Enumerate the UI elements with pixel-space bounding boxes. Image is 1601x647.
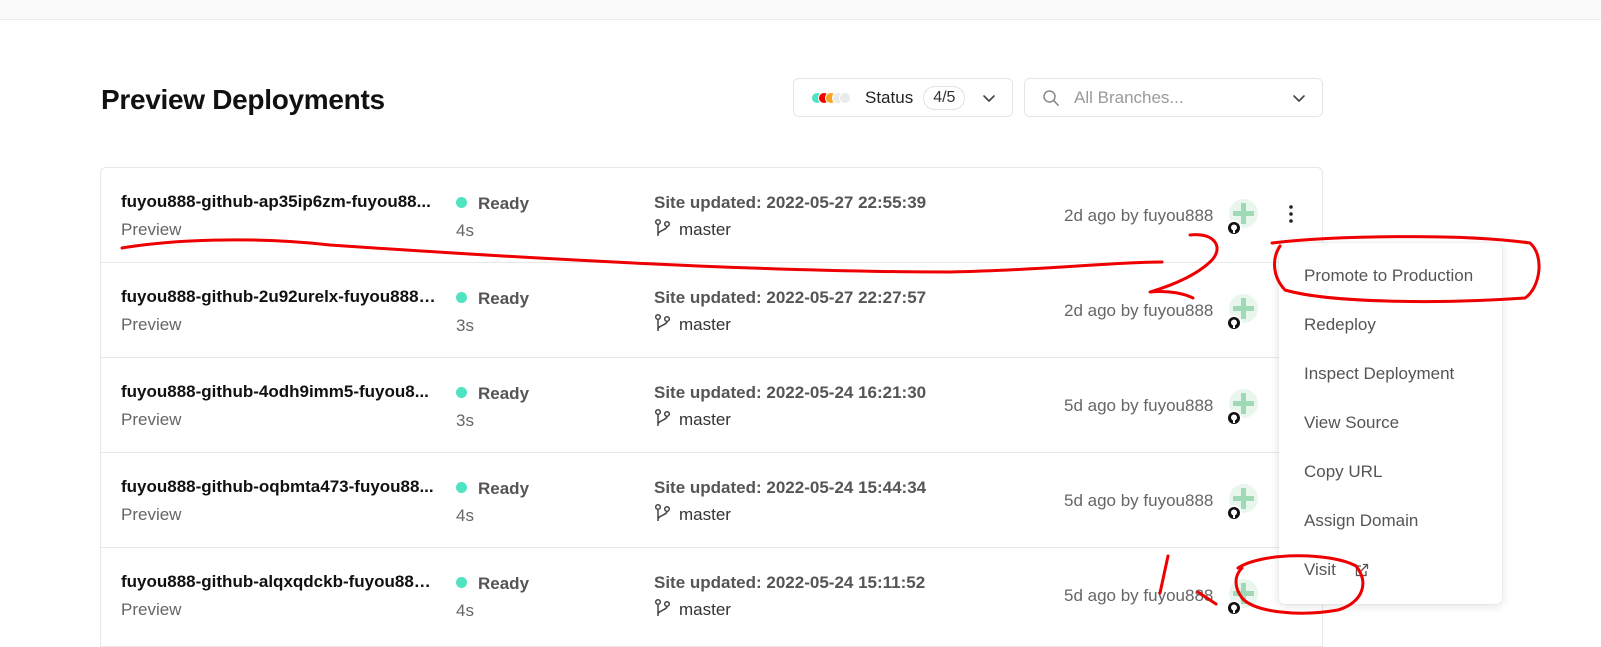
- status-text: Ready: [478, 574, 530, 593]
- environment-label: Preview: [121, 505, 182, 524]
- menu-item-inspect-deployment[interactable]: Inspect Deployment: [1279, 354, 1502, 394]
- git-branch-icon: [654, 218, 671, 236]
- git-branch-icon: [654, 503, 671, 521]
- status-dot: [456, 577, 467, 588]
- status-text: Ready: [478, 384, 530, 403]
- github-icon: [1226, 315, 1242, 331]
- page-title: Preview Deployments: [101, 84, 385, 115]
- status-dot: [456, 387, 467, 398]
- branch-name[interactable]: master: [679, 600, 731, 620]
- status-filter-label: Status: [865, 87, 914, 107]
- menu-item-view-source[interactable]: View Source: [1279, 403, 1502, 443]
- git-branch-icon: [654, 408, 671, 426]
- deployment-context-menu: Promote to Production Redeploy Inspect D…: [1279, 243, 1502, 604]
- status-dot: [456, 292, 467, 303]
- branch-name[interactable]: master: [679, 505, 731, 525]
- menu-item-label: Promote to Production: [1304, 266, 1474, 285]
- status-text: Ready: [478, 479, 530, 498]
- author-time-text: 5d ago by fuyou888: [1064, 396, 1214, 415]
- site-updated-text: Site updated: 2022-05-24 15:11:52: [654, 573, 926, 592]
- deployment-name-link[interactable]: fuyou888-github-4odh9imm5-fuyou8...: [121, 382, 436, 402]
- git-branch-icon: [654, 313, 671, 331]
- git-branch-icon: [654, 598, 671, 616]
- deployment-row[interactable]: fuyou888-github-2u92urelx-fuyou888.... P…: [101, 263, 1322, 358]
- deployment-name-link[interactable]: fuyou888-github-ap35ip6zm-fuyou88...: [121, 192, 436, 212]
- chevron-down-icon: [983, 95, 995, 102]
- deployment-row[interactable]: fuyou888-github-oqbmta473-fuyou88... Pre…: [101, 453, 1322, 548]
- build-duration: 4s: [456, 601, 474, 620]
- environment-label: Preview: [121, 600, 182, 619]
- menu-item-label: Inspect Deployment: [1304, 364, 1455, 383]
- build-duration: 4s: [456, 221, 474, 240]
- site-updated-text: Site updated: 2022-05-27 22:27:57: [654, 288, 927, 307]
- author-time-text: 2d ago by fuyou888: [1064, 206, 1214, 225]
- environment-label: Preview: [121, 220, 182, 239]
- environment-label: Preview: [121, 410, 182, 429]
- deployment-name-link[interactable]: fuyou888-github-oqbmta473-fuyou88...: [121, 477, 436, 497]
- menu-item-assign-domain[interactable]: Assign Domain: [1279, 501, 1502, 541]
- deployment-row[interactable]: fuyou888-github-ap35ip6zm-fuyou88... Pre…: [101, 168, 1322, 263]
- status-count-badge: 4/5: [923, 85, 966, 110]
- build-duration: 3s: [456, 411, 474, 430]
- menu-item-redeploy[interactable]: Redeploy: [1279, 305, 1502, 345]
- deployment-row[interactable]: fuyou888-github-alqxqdckb-fuyou888... Pr…: [101, 548, 1322, 643]
- chevron-down-icon: [1293, 95, 1305, 102]
- search-icon: [1043, 89, 1059, 106]
- status-dot: [456, 482, 467, 493]
- external-link-icon: [1355, 563, 1369, 577]
- status-text: Ready: [478, 194, 530, 213]
- menu-item-label: Redeploy: [1304, 315, 1376, 334]
- github-icon: [1226, 505, 1242, 521]
- status-filter-dropdown[interactable]: Status 4/5: [793, 78, 1013, 117]
- branch-filter-placeholder: All Branches...: [1074, 87, 1184, 107]
- status-dots-icon: [811, 91, 855, 104]
- deployment-name-link[interactable]: fuyou888-github-2u92urelx-fuyou888....: [121, 287, 436, 307]
- environment-label: Preview: [121, 315, 182, 334]
- status-text: Ready: [478, 289, 530, 308]
- menu-item-copy-url[interactable]: Copy URL: [1279, 452, 1502, 492]
- branch-filter-select[interactable]: All Branches...: [1024, 78, 1323, 117]
- deployment-row[interactable]: fuyou888-github-4odh9imm5-fuyou8... Prev…: [101, 358, 1322, 453]
- branch-name[interactable]: master: [679, 220, 731, 240]
- site-updated-text: Site updated: 2022-05-24 15:44:34: [654, 478, 927, 497]
- author-time-text: 5d ago by fuyou888: [1064, 586, 1214, 605]
- menu-item-label: View Source: [1304, 413, 1400, 432]
- site-updated-text: Site updated: 2022-05-24 16:21:30: [654, 383, 927, 402]
- menu-item-label: Assign Domain: [1304, 511, 1419, 530]
- top-nav-bar: [0, 0, 1601, 20]
- author-time-text: 2d ago by fuyou888: [1064, 301, 1214, 320]
- author-time-text: 5d ago by fuyou888: [1064, 491, 1214, 510]
- site-updated-text: Site updated: 2022-05-27 22:55:39: [654, 193, 927, 212]
- github-icon: [1226, 410, 1242, 426]
- build-duration: 4s: [456, 506, 474, 525]
- menu-item-visit[interactable]: Visit: [1279, 550, 1502, 590]
- deployments-list: fuyou888-github-ap35ip6zm-fuyou88... Pre…: [100, 167, 1323, 647]
- build-duration: 3s: [456, 316, 474, 335]
- github-icon: [1226, 220, 1242, 236]
- github-icon: [1226, 600, 1242, 616]
- branch-name[interactable]: master: [679, 410, 731, 430]
- status-dot: [456, 197, 467, 208]
- more-options-icon[interactable]: [1279, 202, 1303, 226]
- deployment-name-link[interactable]: fuyou888-github-alqxqdckb-fuyou888...: [121, 572, 436, 592]
- menu-item-label: Copy URL: [1304, 462, 1383, 481]
- menu-item-promote-to-production[interactable]: Promote to Production: [1279, 256, 1502, 296]
- menu-item-label: Visit: [1304, 560, 1336, 579]
- branch-name[interactable]: master: [679, 315, 731, 335]
